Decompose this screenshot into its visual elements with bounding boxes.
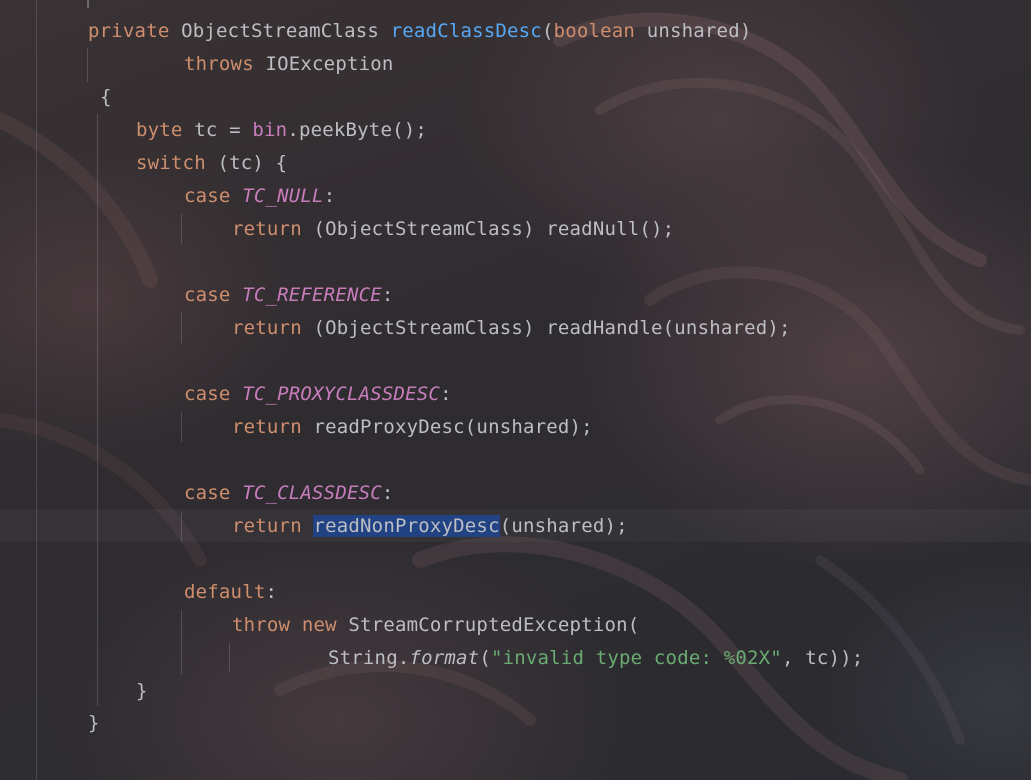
code-line-13[interactable]: return readNonProxyDesc(unshared); (232, 513, 628, 539)
code-line-2[interactable]: throws IOException (184, 51, 394, 77)
paren: ) (739, 20, 752, 42)
statement-text: (unshared); (499, 515, 628, 537)
indent-guide (181, 610, 182, 674)
code-line-15[interactable]: throw new StreamCorruptedException( (232, 612, 639, 638)
paren: ( (541, 20, 554, 42)
open-brace: { (100, 86, 112, 108)
indent-guide (87, 48, 88, 82)
field-bin: bin (252, 119, 288, 141)
code-line-8[interactable]: case TC_REFERENCE: (184, 282, 394, 308)
code-line-7[interactable]: return (ObjectStreamClass) readNull(); (232, 216, 674, 242)
paren: ( (479, 647, 491, 669)
fold-marker (87, 0, 89, 8)
keyword-case: case (184, 482, 231, 504)
code-line-10[interactable]: case TC_PROXYCLASSDESC: (184, 381, 452, 407)
selected-text[interactable]: readNonProxyDesc (313, 515, 500, 537)
method-name[interactable]: readClassDesc (391, 20, 542, 42)
keyword-byte: byte (136, 119, 183, 141)
code-line-5[interactable]: switch (tc) { (136, 150, 287, 176)
keyword-return: return (232, 218, 302, 240)
method-format: format (409, 647, 480, 669)
keyword-case: case (184, 383, 231, 405)
code-line-14[interactable]: default: (184, 579, 277, 605)
statement-text: (tc) { (217, 152, 288, 174)
close-brace: } (88, 712, 100, 734)
code-line-16[interactable]: String.format("invalid type code: %02X",… (328, 645, 863, 671)
keyword-switch: switch (136, 152, 206, 174)
statement-text: readProxyDesc(unshared); (313, 416, 593, 438)
code-editor[interactable]: private ObjectStreamClass readClassDesc(… (0, 0, 1031, 780)
colon: : (265, 581, 278, 603)
keyword-case: case (184, 284, 231, 306)
statement-text: StreamCorruptedException( (348, 614, 640, 636)
statement-text: tc = (194, 119, 253, 141)
close-brace: } (136, 680, 148, 702)
class-string: String. (328, 647, 410, 669)
statement-text: (ObjectStreamClass) readHandle(unshared)… (313, 317, 791, 339)
code-line-18[interactable]: } (88, 710, 100, 736)
keyword-return: return (232, 416, 302, 438)
param-name: unshared (646, 20, 740, 42)
keyword-private: private (88, 20, 170, 42)
code-line-11[interactable]: return readProxyDesc(unshared); (232, 414, 593, 440)
indent-guide (181, 313, 182, 343)
keyword-case: case (184, 185, 231, 207)
statement-text: (ObjectStreamClass) readNull(); (313, 218, 675, 240)
indent-guide (181, 412, 182, 442)
keyword-throw: throw (232, 614, 291, 636)
statement-text: , tc)); (781, 647, 864, 669)
code-line-17[interactable]: } (136, 678, 148, 704)
indent-guide (97, 114, 98, 706)
colon: : (381, 482, 394, 504)
colon: : (440, 383, 452, 405)
colon: : (323, 185, 336, 207)
code-line-1[interactable]: private ObjectStreamClass readClassDesc(… (88, 18, 751, 44)
code-line-3[interactable]: { (100, 84, 112, 110)
keyword-return: return (232, 515, 302, 537)
constant-tc-null: TC_NULL (242, 185, 324, 207)
gutter-divider (36, 0, 37, 780)
string-literal: "invalid type code: %02X" (490, 647, 782, 669)
constant-tc-classdesc: TC_CLASSDESC (242, 482, 382, 504)
keyword-return: return (232, 317, 302, 339)
return-type: ObjectStreamClass (181, 20, 379, 42)
code-line-12[interactable]: case TC_CLASSDESC: (184, 480, 394, 506)
code-line-4[interactable]: byte tc = bin.peekByte(); (136, 117, 427, 143)
keyword-new: new (301, 614, 337, 636)
indent-guide (229, 643, 230, 673)
colon: : (381, 284, 394, 306)
exception-type: IOException (265, 53, 394, 75)
param-type: boolean (553, 20, 636, 42)
statement-text: .peekByte(); (287, 119, 427, 141)
keyword-throws: throws (184, 53, 254, 75)
keyword-default: default (184, 581, 266, 603)
indent-guide (181, 511, 182, 541)
code-line-9[interactable]: return (ObjectStreamClass) readHandle(un… (232, 315, 791, 341)
code-line-6[interactable]: case TC_NULL: (184, 183, 335, 209)
constant-tc-proxyclassdesc: TC_PROXYCLASSDESC (242, 383, 441, 405)
constant-tc-reference: TC_REFERENCE (242, 284, 382, 306)
indent-guide (181, 214, 182, 244)
